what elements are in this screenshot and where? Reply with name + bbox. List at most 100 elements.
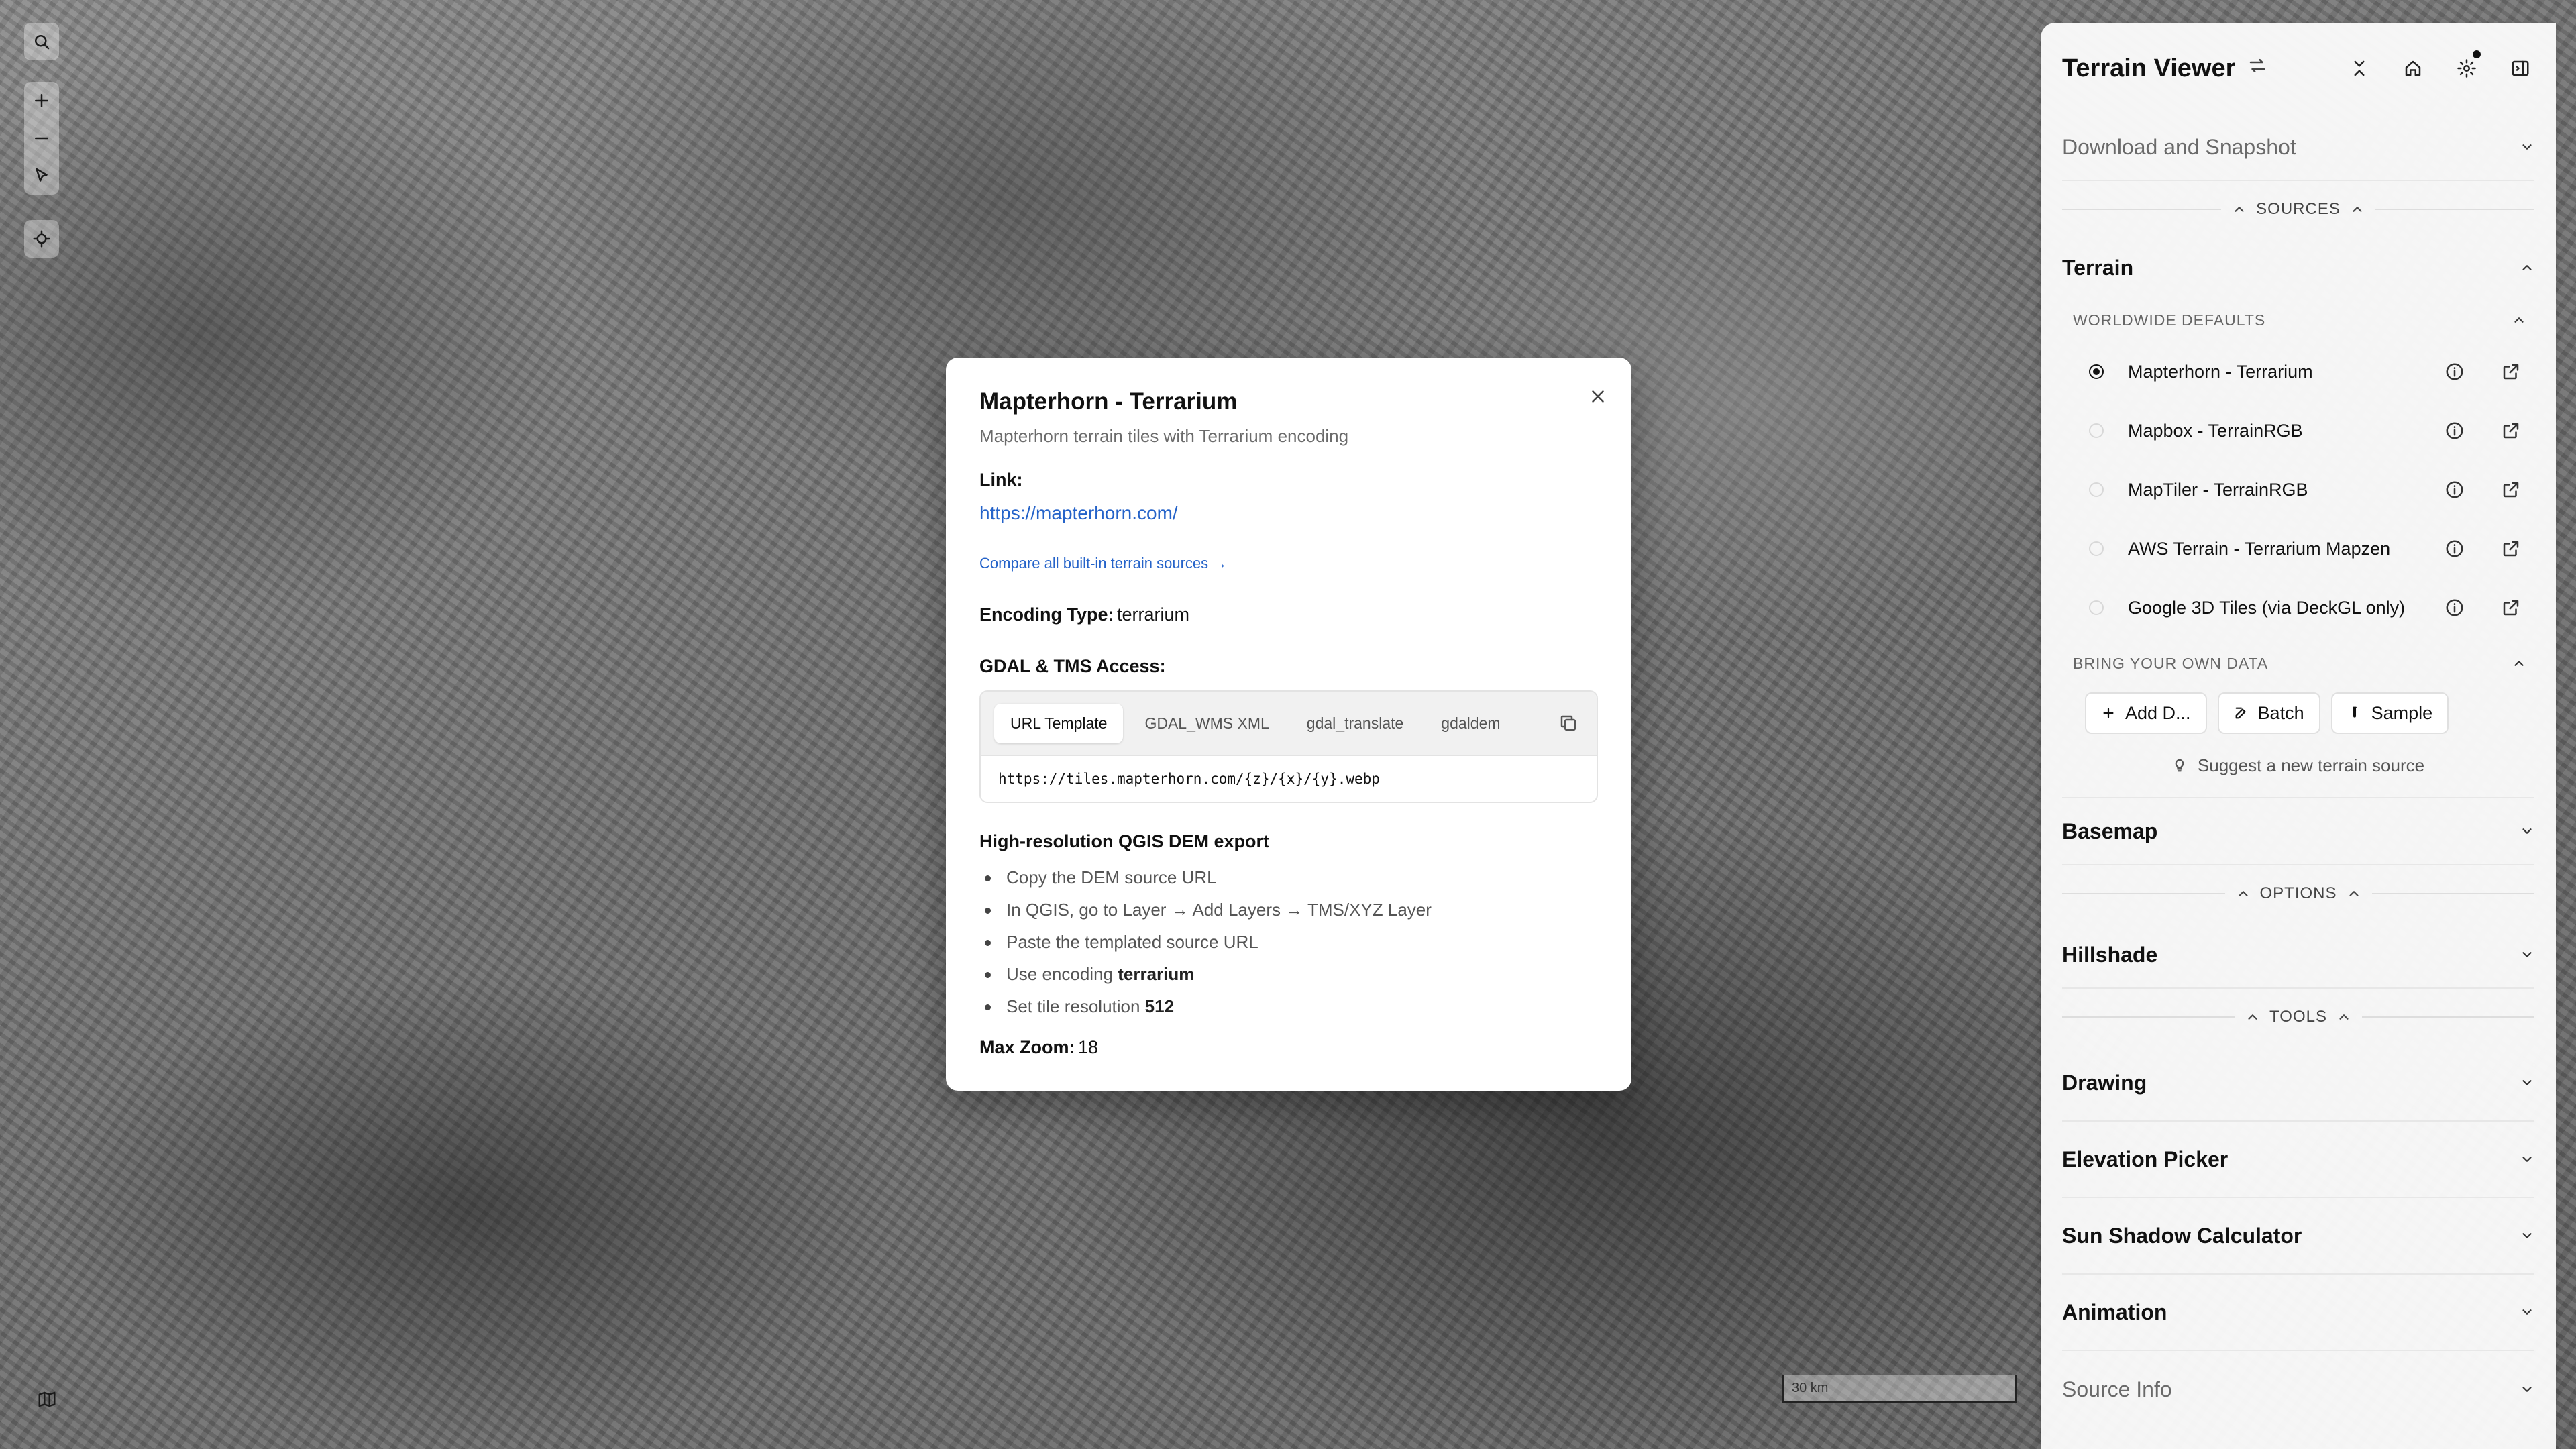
- info-icon[interactable]: [2443, 419, 2466, 442]
- section-elevation-picker[interactable]: Elevation Picker: [2062, 1122, 2534, 1198]
- chevron-down-icon: [2522, 828, 2532, 834]
- maxzoom-label: Max Zoom:: [979, 1037, 1075, 1057]
- section-download-snapshot[interactable]: Download and Snapshot: [2062, 114, 2534, 181]
- source-row-aws[interactable]: AWS Terrain - Terrarium Mapzen: [2062, 519, 2534, 578]
- chevron-up-icon: [2339, 1014, 2349, 1020]
- link-label: Link:: [979, 470, 1023, 490]
- copy-button[interactable]: [1554, 708, 1583, 738]
- section-animation[interactable]: Animation: [2062, 1275, 2534, 1351]
- radio-unselected[interactable]: [2089, 600, 2104, 615]
- dialog-subtitle: Mapterhorn terrain tiles with Terrarium …: [979, 426, 1349, 446]
- edit-icon: [2235, 707, 2246, 719]
- tab-gdaldem[interactable]: gdaldem: [1425, 704, 1516, 743]
- section-title: Elevation Picker: [2062, 1146, 2229, 1171]
- locate-icon[interactable]: [24, 220, 59, 258]
- info-icon[interactable]: [2443, 596, 2466, 619]
- chevron-up-icon: [2353, 207, 2362, 212]
- button-label: Sample: [2371, 702, 2433, 723]
- tab-gdal-translate[interactable]: gdal_translate: [1291, 704, 1420, 743]
- info-icon[interactable]: [2443, 537, 2466, 560]
- source-info-dialog: Mapterhorn - Terrarium Mapterhorn terrai…: [946, 358, 1631, 1091]
- chevron-up-icon: [2349, 891, 2359, 896]
- radio-unselected[interactable]: [2089, 541, 2104, 556]
- maxzoom-value: 18: [1077, 1037, 1099, 1057]
- home-icon: [2405, 60, 2421, 76]
- chevron-down-icon: [2522, 1387, 2532, 1392]
- home-button[interactable]: [2399, 54, 2427, 83]
- step-bold: 512: [1144, 996, 1175, 1016]
- close-icon: [1592, 390, 1604, 402]
- toggle-panel-button[interactable]: [2506, 54, 2534, 83]
- own-data-header[interactable]: BRING YOUR OWN DATA: [2062, 641, 2534, 686]
- encoding-value: terrarium: [1116, 604, 1189, 625]
- search-icon[interactable]: [24, 23, 59, 60]
- external-link-icon[interactable]: [2500, 419, 2522, 442]
- section-terrain[interactable]: Terrain: [2062, 237, 2534, 298]
- source-row-mapterhorn[interactable]: Mapterhorn - Terrarium: [2062, 342, 2534, 401]
- tab-gdal-wms-xml[interactable]: GDAL_WMS XML: [1128, 704, 1285, 743]
- swap-icon[interactable]: [2247, 56, 2267, 81]
- suggest-source-link[interactable]: Suggest a new terrain source: [2062, 734, 2534, 798]
- section-title: Download and Snapshot: [2062, 134, 2296, 159]
- radio-unselected[interactable]: [2089, 423, 2104, 438]
- chevron-up-icon: [2514, 317, 2524, 323]
- step-text: Use encoding: [1006, 964, 1118, 984]
- source-row-google-3d[interactable]: Google 3D Tiles (via DeckGL only): [2062, 578, 2534, 637]
- section-sun-shadow-calculator[interactable]: Sun Shadow Calculator: [2062, 1198, 2534, 1275]
- list-item: In QGIS, go to Layer → Add Layers → TMS/…: [979, 894, 1598, 926]
- chevron-down-icon: [2522, 1309, 2532, 1315]
- source-name: AWS Terrain - Terrarium Mapzen: [2128, 538, 2391, 559]
- info-icon[interactable]: [2443, 478, 2466, 501]
- external-link-icon[interactable]: [2500, 360, 2522, 383]
- compass-pointer-icon[interactable]: [24, 157, 59, 195]
- info-icon[interactable]: [2443, 360, 2466, 383]
- search-control[interactable]: [24, 23, 59, 60]
- source-name: MapTiler - TerrainRGB: [2128, 479, 2308, 500]
- divider-label: SOURCES: [2256, 200, 2341, 218]
- batch-button[interactable]: Batch: [2217, 692, 2320, 734]
- external-link-icon[interactable]: [2500, 537, 2522, 560]
- section-title: Animation: [2062, 1299, 2167, 1324]
- button-label: Batch: [2257, 702, 2304, 723]
- plus-icon: [2103, 708, 2114, 718]
- gdal-code-box: URL Template GDAL_WMS XML gdal_translate…: [979, 690, 1598, 803]
- zoom-in-button[interactable]: [24, 82, 59, 119]
- section-source-info[interactable]: Source Info: [2062, 1351, 2534, 1428]
- options-divider[interactable]: OPTIONS: [2062, 865, 2535, 922]
- sample-button[interactable]: Sample: [2330, 692, 2449, 734]
- add-data-button[interactable]: Add D...: [2085, 692, 2207, 734]
- chevron-up-icon: [2248, 1014, 2257, 1020]
- panel-close-icon: [2512, 60, 2529, 76]
- map-icon[interactable]: [30, 1381, 64, 1418]
- radio-selected[interactable]: [2089, 364, 2104, 379]
- map-style-control[interactable]: [30, 1381, 64, 1418]
- tools-divider[interactable]: TOOLS: [2062, 989, 2535, 1045]
- geolocate-control[interactable]: [24, 220, 59, 258]
- section-drawing[interactable]: Drawing: [2062, 1045, 2534, 1122]
- compare-sources-link[interactable]: Compare all built-in terrain sources →: [979, 555, 1598, 572]
- lightbulb-icon: [2175, 759, 2184, 772]
- gdal-label: GDAL & TMS Access:: [979, 656, 1166, 676]
- worldwide-defaults-header[interactable]: WORLDWIDE DEFAULTS: [2062, 298, 2534, 342]
- sources-divider[interactable]: SOURCES: [2062, 181, 2534, 237]
- section-hillshade[interactable]: Hillshade: [2062, 922, 2534, 989]
- divider-label: TOOLS: [2269, 1008, 2327, 1026]
- tab-url-template[interactable]: URL Template: [994, 703, 1124, 743]
- zoom-out-button[interactable]: [24, 119, 59, 157]
- section-basemap[interactable]: Basemap: [2062, 798, 2534, 865]
- chevron-down-icon: [2522, 952, 2532, 957]
- chevron-down-icon: [2522, 1080, 2532, 1085]
- source-row-maptiler[interactable]: MapTiler - TerrainRGB: [2062, 460, 2534, 519]
- source-row-mapbox[interactable]: Mapbox - TerrainRGB: [2062, 401, 2534, 460]
- panel-header: Terrain Viewer: [2062, 23, 2534, 114]
- radio-unselected[interactable]: [2089, 482, 2104, 497]
- source-link[interactable]: https://mapterhorn.com/: [979, 502, 1598, 524]
- external-link-icon[interactable]: [2500, 478, 2522, 501]
- settings-button[interactable]: [2453, 50, 2481, 83]
- url-template-code[interactable]: https://tiles.mapterhorn.com/{z}/{x}/{y}…: [981, 756, 1597, 802]
- close-button[interactable]: [1585, 383, 1611, 410]
- collapse-all-button[interactable]: [2345, 54, 2373, 83]
- external-link-icon[interactable]: [2500, 596, 2522, 619]
- section-title: Source Info: [2062, 1377, 2172, 1401]
- chevron-up-icon: [2514, 661, 2524, 666]
